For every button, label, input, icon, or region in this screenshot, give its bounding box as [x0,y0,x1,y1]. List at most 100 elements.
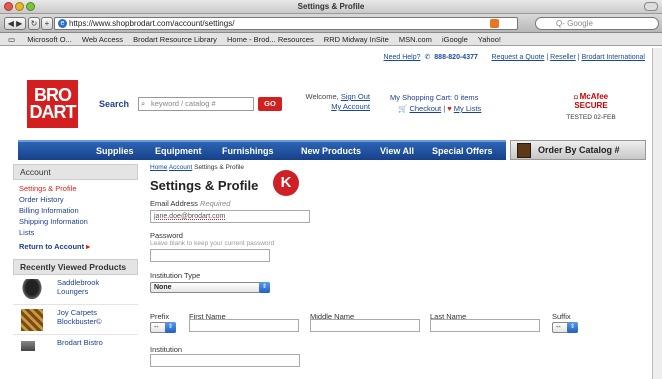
breadcrumb: Home Account Settings & Profile [150,164,650,171]
mcafee-secure-badge[interactable]: ◘ McAfee SECURE TESTED 02-FEB [558,93,624,122]
breadcrumb-account[interactable]: Account [169,164,193,171]
heart-icon: ♥ [447,104,452,113]
request-quote-link[interactable]: Request a Quote [492,54,545,61]
email-label-text: Email Address [150,199,198,208]
institution-type-value: None [154,284,172,291]
select-arrows-icon: ⇕ [567,322,578,333]
product-name-line1: Saddlebrook [57,278,100,287]
account-sidebar: Account Settings & Profile Order History… [13,164,138,365]
brodart-international-link[interactable]: Brodart International [582,54,645,61]
search-icon: ⌕ [141,99,146,108]
mcafee-secure-text: SECURE [574,101,608,110]
need-help-link[interactable]: Need Help? [384,54,421,61]
product-name-line2: Loungers [57,287,89,296]
recent-product-item[interactable]: Joy Carpets Blockbuster© [13,305,138,335]
cart-title[interactable]: My Shopping Cart: 0 items [390,92,481,103]
google-search-input[interactable]: Q- Google [535,17,659,30]
return-to-account-link[interactable]: Return to Account ▸ [13,242,138,251]
url-text: https://www.shopbrodart.com/account/sett… [69,19,235,28]
email-field[interactable]: jane.doe@brodart.com [150,210,310,223]
order-by-catalog-button[interactable]: Order By Catalog # [510,140,646,160]
bookmarks-book-icon[interactable]: ▭ [8,35,15,44]
nav-equipment[interactable]: Equipment [155,146,202,156]
cart-icon: 🛒 [398,104,408,113]
arrow-right-icon: ▸ [86,242,90,251]
sidebar-item-settings[interactable]: Settings & Profile [13,183,138,194]
top-links: Need Help? ✆ 888-820-4377 Request a Quot… [383,54,645,61]
vertical-scrollbar[interactable] [652,48,662,379]
sign-out-link[interactable]: Sign Out [341,92,370,101]
main-nav-bar: Supplies Equipment Furnishings New Produ… [18,140,506,160]
product-name-line1: Joy Carpets [57,308,98,317]
back-forward-icon[interactable]: ◀ ▶ [4,17,26,30]
nav-new-products[interactable]: New Products [301,146,361,156]
breadcrumb-home[interactable]: Home [150,164,167,171]
reload-icon[interactable]: ↻ [28,17,40,30]
prefix-select[interactable]: -- ⇕ [150,322,176,333]
logo-line2: DART [29,102,77,122]
phone-icon: ✆ [424,54,431,61]
institution-field[interactable] [150,354,300,367]
mcafee-tested: TESTED 02-FEB [566,114,616,121]
lounger-thumbnail-icon [21,279,43,301]
email-label: Email Address Required [150,199,650,208]
recent-product-item[interactable]: Saddlebrook Loungers [13,275,138,305]
last-name-field[interactable] [430,319,540,332]
prefix-label: Prefix [150,312,170,321]
first-name-field[interactable] [189,319,299,332]
add-bookmark-icon[interactable]: + [41,17,53,30]
toolbar-toggle-icon[interactable] [644,2,658,11]
brodart-logo[interactable]: BRO DART [27,80,78,128]
password-hint: Leave blank to keep your current passwor… [150,240,275,247]
address-bar[interactable]: e https://www.shopbrodart.com/account/se… [54,17,518,30]
middle-name-field[interactable] [310,319,420,332]
site-search-input[interactable]: ⌕ keyword / catalog # [138,97,254,111]
my-account-link[interactable]: My Account [331,102,370,111]
nav-supplies[interactable]: Supplies [96,146,134,156]
product-name-line1: Brodart Bistro [57,338,103,347]
nav-view-all[interactable]: View All [380,146,414,156]
mcafee-shield-icon: ◘ [573,94,578,101]
bookmark-item[interactable]: iGoogle [442,35,468,44]
sidebar-item-shipping[interactable]: Shipping Information [13,216,138,227]
suffix-value: -- [556,324,561,331]
bookmarks-bar: ▭ Microsoft O... Web Access Brodart Reso… [0,33,662,46]
browser-window: Settings & Profile ◀ ▶ ↻ + e https://www… [0,0,662,379]
bookmark-item[interactable]: MSN.com [399,35,432,44]
institution-type-select[interactable]: None ⇕ [150,282,270,293]
sidebar-item-billing[interactable]: Billing Information [13,205,138,216]
my-lists-link[interactable]: My Lists [454,104,482,113]
nav-special-offers[interactable]: Special Offers [432,146,493,156]
breadcrumb-current: Settings & Profile [194,164,244,171]
bookmark-item[interactable]: RRD Midway InSite [324,35,389,44]
search-go-button[interactable]: GO [258,97,282,111]
web-page: Need Help? ✆ 888-820-4377 Request a Quot… [0,48,652,379]
main-content: Home Account Settings & Profile Settings… [150,164,650,293]
bookmark-item[interactable]: Web Access [82,35,123,44]
checkout-link[interactable]: Checkout [409,104,441,113]
suffix-select[interactable]: -- ⇕ [552,322,578,333]
k-badge: K [273,170,299,196]
browser-toolbar: ◀ ▶ ↻ + e https://www.shopbrodart.com/ac… [0,14,662,33]
recent-product-item[interactable]: Brodart Bistro [13,335,138,365]
product-name-line2: Blockbuster© [57,317,102,326]
mcafee-brand: McAfee [579,92,609,101]
sidebar-item-order-history[interactable]: Order History [13,194,138,205]
bookmark-item[interactable]: Brodart Resource Library [133,35,217,44]
institution-type-label: Institution Type [150,271,201,280]
password-field[interactable] [150,249,270,262]
catalog-book-icon [517,143,531,158]
reseller-link[interactable]: Reseller [550,54,576,61]
bookmark-item[interactable]: Microsoft O... [27,35,72,44]
sidebar-heading: Account [13,164,138,180]
title-bar: Settings & Profile [0,0,662,14]
nav-furnishings[interactable]: Furnishings [222,146,274,156]
bookmark-item[interactable]: Yahoo! [478,35,501,44]
password-label: Password [150,231,183,240]
bookmark-item[interactable]: Home - Brod... Resources [227,35,314,44]
recent-heading: Recently Viewed Products [13,259,138,275]
sidebar-item-lists[interactable]: Lists [13,227,138,238]
page-title: Settings & Profile [150,178,259,193]
rss-icon[interactable] [490,19,499,28]
welcome-text: Welcome, [305,92,339,101]
